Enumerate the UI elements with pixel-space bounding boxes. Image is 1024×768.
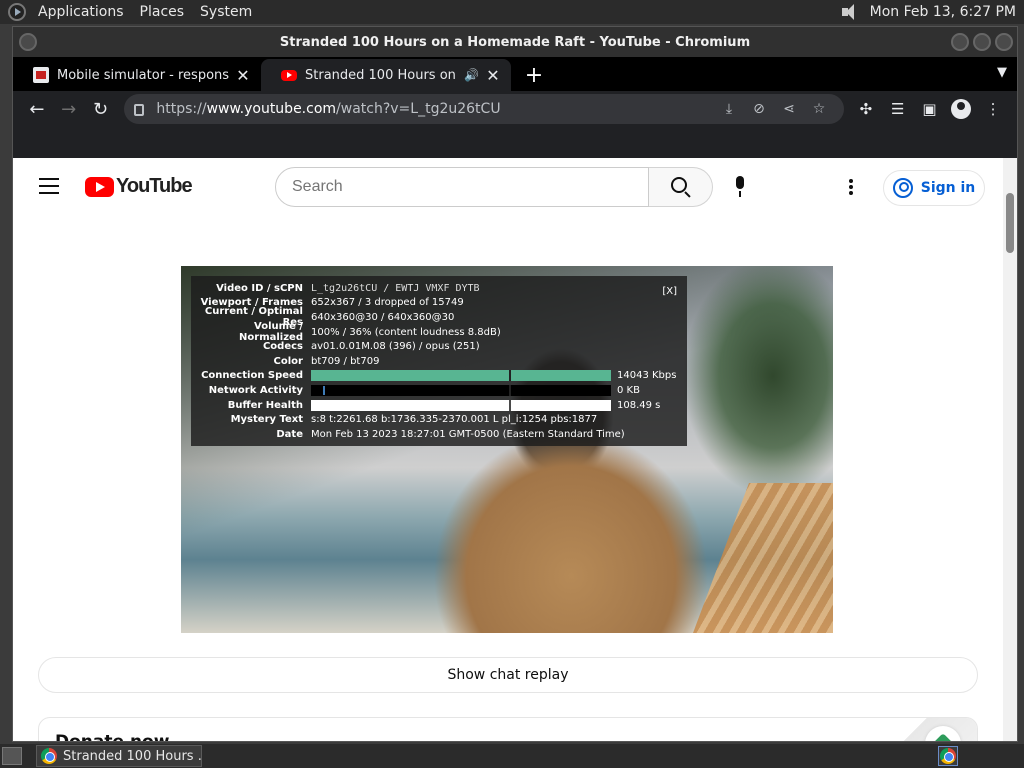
hamburger-menu-icon[interactable] xyxy=(39,178,59,199)
chromium-icon xyxy=(41,748,57,764)
minimize-button[interactable] xyxy=(951,33,969,51)
donate-card[interactable]: Donate now xyxy=(38,717,978,742)
video-player[interactable]: [X] Video ID / sCPN L_tg2u26tCU / EWTJ VM… xyxy=(181,266,833,633)
mobile-simulator-favicon-icon xyxy=(33,67,49,83)
install-app-icon[interactable]: ⤓ xyxy=(714,101,744,117)
close-window-button[interactable] xyxy=(995,33,1013,51)
network-activity-bar xyxy=(311,384,611,396)
tab-youtube[interactable]: Stranded 100 Hours on a Homemade Raft - … xyxy=(261,59,511,91)
stats-row-connection: Connection Speed 14043 Kbps xyxy=(201,370,677,382)
url-text[interactable]: https://www.youtube.com/watch?v=L_tg2u26… xyxy=(156,101,714,117)
reload-button[interactable]: ↻ xyxy=(85,93,117,125)
workspace-switcher[interactable] xyxy=(938,746,958,766)
youtube-wordmark: YouTube xyxy=(116,175,193,197)
tab-close-icon[interactable]: ✕ xyxy=(235,66,251,85)
youtube-logo[interactable]: YouTube xyxy=(85,175,193,198)
youtube-page: YouTube Sign in [X] Video ID / sCPNL_tg2… xyxy=(13,158,1017,742)
tab-strip: Mobile simulator - responsive ✕ Stranded… xyxy=(13,57,1017,91)
stats-row-buffer: Buffer Health 108.49 s xyxy=(227,399,661,411)
top-panel: Applications Places System Mon Feb 13, 6… xyxy=(0,0,1024,24)
stats-row: Mystery Text s:8 t:2261.68 b:1736.335-237… xyxy=(230,414,598,426)
volume-icon[interactable] xyxy=(840,3,860,21)
lock-icon[interactable] xyxy=(134,104,145,116)
browser-toolbar: ← → ↻ https://www.youtube.com/watch?v=L_… xyxy=(13,91,1017,127)
search-bar xyxy=(275,167,713,207)
tab-close-icon[interactable]: ✕ xyxy=(485,66,501,85)
tab-mobile-simulator[interactable]: Mobile simulator - responsive ✕ xyxy=(13,59,261,91)
panel-clock[interactable]: Mon Feb 13, 6:27 PM xyxy=(870,4,1016,20)
panel-tray: Mon Feb 13, 6:27 PM xyxy=(840,3,1024,21)
media-controls-icon[interactable]: ☰ xyxy=(882,93,914,125)
maximize-button[interactable] xyxy=(973,33,991,51)
applications-menu[interactable]: Applications xyxy=(30,0,132,24)
sign-in-button[interactable]: Sign in xyxy=(883,170,985,206)
tab-title: Mobile simulator - responsive xyxy=(57,67,229,83)
forward-button[interactable]: → xyxy=(53,93,85,125)
stats-row: Volume / Normalized 100% / 36% (content l… xyxy=(239,321,501,344)
stats-close-button[interactable]: [X] xyxy=(662,286,677,297)
window-menu-button[interactable] xyxy=(19,33,37,51)
scrollbar-thumb[interactable] xyxy=(1006,193,1014,253)
buffer-health-bar xyxy=(311,399,611,411)
bottom-taskbar: Stranded 100 Hours ... xyxy=(0,744,1024,768)
donate-title: Donate now xyxy=(55,732,170,742)
tab-search-chevron-icon[interactable]: ▼ xyxy=(997,65,1007,80)
stats-row: Codecs av01.0.01M.08 (396) / opus (251) xyxy=(262,341,480,353)
search-icon xyxy=(670,177,687,193)
youtube-play-icon xyxy=(85,176,114,197)
connection-speed-bar xyxy=(311,370,611,382)
share-icon[interactable]: ⋖ xyxy=(774,101,804,117)
chromium-tray-icon xyxy=(940,748,956,764)
profile-avatar[interactable] xyxy=(945,93,977,125)
new-tab-button[interactable]: + xyxy=(517,59,551,91)
stats-row: Date Mon Feb 13 2023 18:27:01 GMT-0500 (E… xyxy=(276,428,625,440)
bookmark-star-icon[interactable]: ☆ xyxy=(804,101,834,117)
taskbar-task-label: Stranded 100 Hours ... xyxy=(63,748,202,764)
avatar-icon xyxy=(951,99,972,119)
sign-in-label: Sign in xyxy=(920,180,976,196)
back-button[interactable]: ← xyxy=(21,93,53,125)
tab-audio-icon[interactable]: 🔊 xyxy=(464,68,479,82)
youtube-header: YouTube Sign in xyxy=(13,158,1017,214)
address-bar[interactable]: https://www.youtube.com/watch?v=L_tg2u26… xyxy=(124,94,844,124)
page-scrollbar[interactable] xyxy=(1003,158,1017,741)
search-input[interactable] xyxy=(275,167,649,207)
stats-row: Color bt709 / bt709 xyxy=(273,355,380,367)
extensions-puzzle-icon[interactable]: ✣ xyxy=(850,93,882,125)
window-titlebar[interactable]: Stranded 100 Hours on a Homemade Raft - … xyxy=(13,27,1017,57)
microphone-icon[interactable] xyxy=(733,176,747,198)
user-circle-icon xyxy=(892,178,913,198)
taskbar-chromium-task[interactable]: Stranded 100 Hours ... xyxy=(36,745,202,767)
system-menu[interactable]: System xyxy=(192,0,260,24)
stats-row: Video ID / sCPN L_tg2u26tCU / EWTJ VMXF D… xyxy=(216,282,480,294)
side-panel-icon[interactable]: ▣ xyxy=(914,93,946,125)
stats-for-nerds-panel: [X] Video ID / sCPN L_tg2u26tCU / EWTJ VM… xyxy=(191,276,687,446)
window-title: Stranded 100 Hours on a Homemade Raft - … xyxy=(279,34,751,50)
browser-window: Stranded 100 Hours on a Homemade Raft - … xyxy=(12,26,1018,742)
tab-title: Stranded 100 Hours on a Homemade Raft - … xyxy=(305,67,460,83)
gnome-foot-icon[interactable] xyxy=(8,3,26,21)
chrome-menu-icon[interactable]: ⋮ xyxy=(977,93,1009,125)
search-button[interactable] xyxy=(649,167,713,207)
stats-row-network: Network Activity 0 KB xyxy=(208,384,640,396)
eye-off-icon[interactable]: ⊘ xyxy=(744,101,774,117)
settings-kebab-icon[interactable] xyxy=(849,179,853,197)
youtube-favicon-icon xyxy=(281,69,297,81)
infobar-area xyxy=(13,127,1017,157)
places-menu[interactable]: Places xyxy=(132,0,193,24)
show-chat-replay-button[interactable]: Show chat replay xyxy=(38,657,978,693)
show-desktop-button[interactable] xyxy=(2,747,22,765)
